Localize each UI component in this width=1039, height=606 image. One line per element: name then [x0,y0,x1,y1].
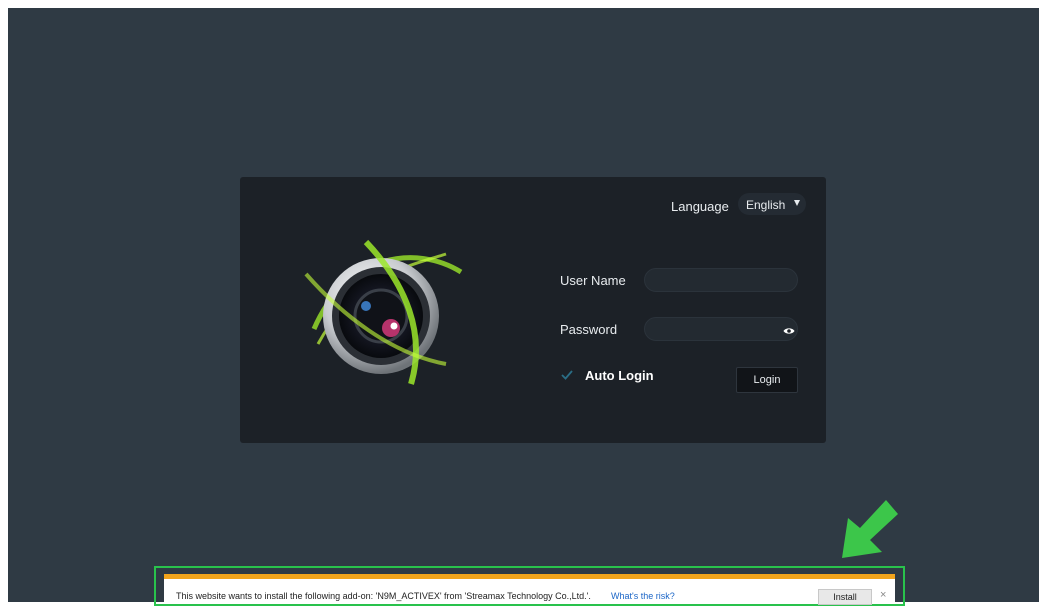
caret-down-icon [794,200,800,206]
username-label: User Name [560,273,626,288]
whats-the-risk-link[interactable]: What's the risk? [611,591,675,601]
install-button[interactable]: Install [818,589,872,605]
green-arrow-icon [842,500,898,558]
checkmark-icon [561,370,573,380]
notification-message: This website wants to install the follow… [176,591,591,601]
login-button[interactable]: Login [736,367,798,393]
language-label: Language [671,199,729,214]
language-value: English [746,198,786,212]
username-input[interactable] [644,268,798,292]
password-label: Password [560,322,618,337]
language-select[interactable]: English [738,193,806,215]
close-icon[interactable]: × [880,589,886,601]
eye-icon[interactable] [783,327,795,335]
login-panel: Language English User Name Password Auto… [240,177,826,443]
auto-login-label: Auto Login [585,368,654,383]
password-input[interactable] [644,317,798,341]
addon-notification-bar: This website wants to install the follow… [164,574,895,605]
auto-login-checkbox[interactable] [561,370,573,380]
camera-lens-logo [304,239,463,385]
